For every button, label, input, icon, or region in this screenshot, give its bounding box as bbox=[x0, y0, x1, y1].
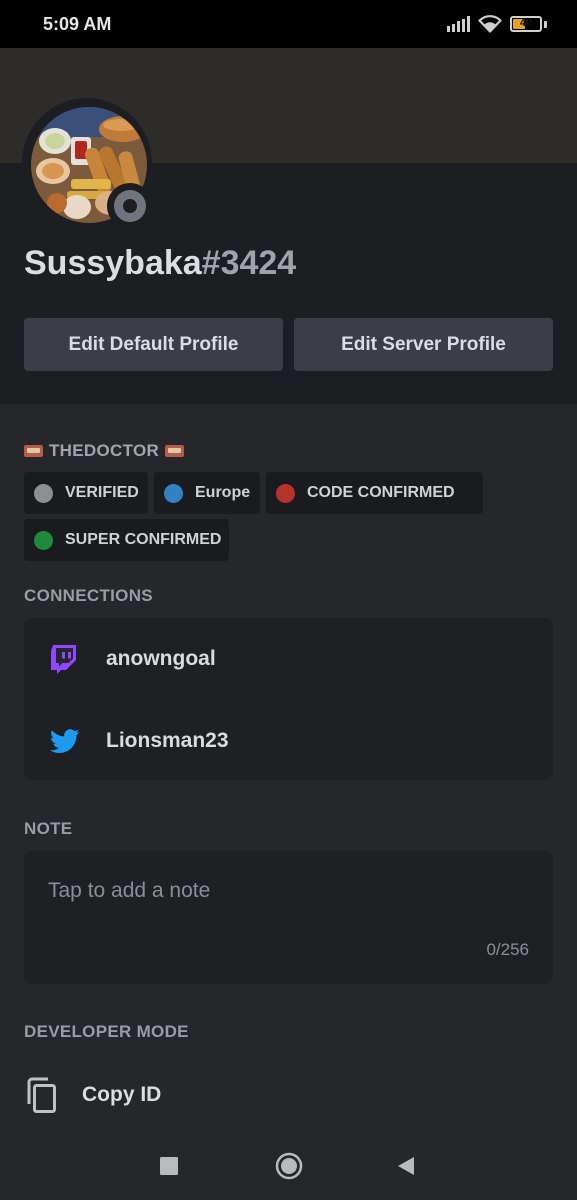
role-chip[interactable]: CODE CONFIRMED bbox=[266, 472, 483, 514]
connection-name: anowngoal bbox=[106, 647, 216, 670]
copy-icon bbox=[27, 1077, 56, 1113]
roles-section-title: THEDOCTOR bbox=[24, 441, 185, 461]
battery-icon: 42 bbox=[510, 16, 542, 32]
role-label: SUPER CONFIRMED bbox=[65, 531, 222, 548]
connection-row-twitter[interactable]: Lionsman23 bbox=[24, 711, 553, 771]
status-icons: 42 bbox=[447, 12, 547, 36]
status-bar: 5:09 AM 42 bbox=[0, 0, 577, 48]
role-chip[interactable]: Europe bbox=[154, 472, 260, 514]
role-chip[interactable]: VERIFIED bbox=[24, 472, 148, 514]
note-placeholder: Tap to add a note bbox=[48, 879, 211, 902]
twitch-icon bbox=[51, 645, 76, 674]
note-section-title: NOTE bbox=[24, 819, 73, 838]
status-time: 5:09 AM bbox=[43, 14, 112, 34]
edit-default-profile-button[interactable]: Edit Default Profile bbox=[24, 318, 283, 371]
battery-tip bbox=[544, 20, 547, 28]
slot-machine-emoji-icon bbox=[165, 445, 185, 457]
note-char-counter: 0/256 bbox=[486, 940, 529, 959]
username-name: Sussybaka bbox=[24, 244, 202, 282]
role-label: Europe bbox=[195, 484, 251, 501]
twitter-icon bbox=[50, 728, 80, 753]
role-label: CODE CONFIRMED bbox=[307, 484, 455, 501]
connections-card: anowngoal Lionsman23 bbox=[24, 618, 553, 780]
role-chip[interactable]: SUPER CONFIRMED bbox=[24, 519, 229, 561]
offline-status-icon bbox=[114, 190, 146, 222]
developer-mode-section-title: DEVELOPER MODE bbox=[24, 1022, 189, 1041]
recents-square-icon[interactable] bbox=[160, 1157, 178, 1175]
system-nav-bar bbox=[0, 1144, 577, 1200]
home-circle-icon[interactable] bbox=[275, 1152, 303, 1180]
connection-row-twitch[interactable]: anowngoal bbox=[24, 629, 553, 689]
slot-machine-emoji-icon bbox=[24, 445, 43, 457]
signal-icon bbox=[447, 16, 470, 32]
edit-server-profile-button[interactable]: Edit Server Profile bbox=[294, 318, 553, 371]
connections-section-title: CONNECTIONS bbox=[24, 586, 153, 605]
role-color-dot bbox=[276, 483, 295, 503]
back-triangle-icon[interactable] bbox=[396, 1156, 416, 1176]
connection-name: Lionsman23 bbox=[106, 729, 229, 752]
role-color-dot bbox=[34, 483, 53, 503]
copy-id-label: Copy ID bbox=[82, 1083, 162, 1106]
wifi-icon bbox=[478, 15, 502, 33]
role-label: VERIFIED bbox=[65, 484, 139, 501]
copy-id-button[interactable]: Copy ID bbox=[24, 1074, 161, 1116]
role-color-dot bbox=[34, 530, 53, 550]
roles-title-text: THEDOCTOR bbox=[49, 441, 160, 460]
username-discriminator: #3424 bbox=[201, 244, 297, 282]
note-input[interactable]: Tap to add a note 0/256 bbox=[24, 851, 553, 984]
username: Sussybaka#3424 bbox=[24, 244, 296, 283]
role-color-dot bbox=[164, 483, 183, 503]
battery-level: 42 bbox=[519, 17, 533, 29]
